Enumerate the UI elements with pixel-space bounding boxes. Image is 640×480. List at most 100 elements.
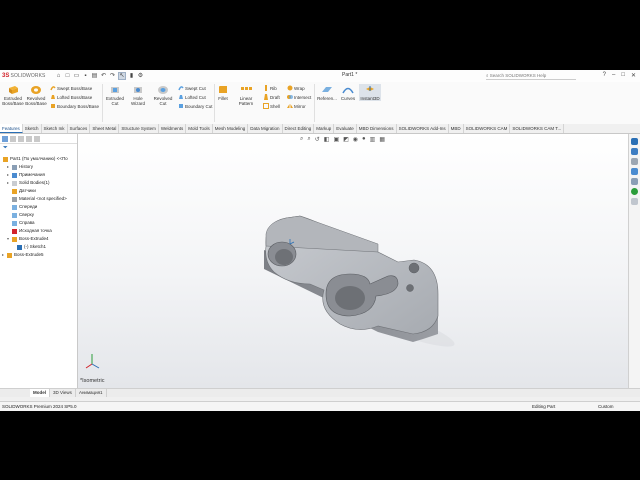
select-pointer-icon[interactable]: ↖ bbox=[118, 72, 126, 80]
zoom-to-fit-icon[interactable]: ⌕ bbox=[300, 136, 303, 143]
rebuild-icon[interactable]: ▮ bbox=[128, 73, 135, 80]
lofted-boss-button[interactable]: Lofted Boss/Base bbox=[50, 93, 92, 101]
expand-arrow-icon[interactable]: ▸ bbox=[2, 251, 6, 259]
new-file-icon[interactable]: □ bbox=[64, 73, 71, 80]
tree-item[interactable]: Датчики bbox=[7, 187, 36, 195]
configuration-manager-tab-icon[interactable] bbox=[18, 135, 24, 142]
design-library-icon[interactable] bbox=[631, 148, 638, 155]
view-settings-icon[interactable]: ▦ bbox=[379, 136, 385, 143]
zoom-area-icon[interactable]: ⌕ bbox=[307, 136, 310, 143]
3d-part-model[interactable] bbox=[78, 134, 628, 388]
tab-model[interactable]: Model bbox=[30, 389, 50, 397]
tab-sheet-metal[interactable]: Sheet Metal bbox=[90, 124, 120, 133]
hide-show-icon[interactable]: ◉ bbox=[353, 136, 358, 143]
help-button[interactable]: ? bbox=[603, 72, 606, 79]
graphics-area[interactable] bbox=[78, 134, 628, 388]
save-icon[interactable]: ▪ bbox=[82, 73, 89, 80]
appearances-icon[interactable] bbox=[631, 178, 638, 185]
tree-item[interactable]: Спереди bbox=[7, 203, 37, 211]
boundary-cut-button[interactable]: Boundary Cut bbox=[178, 102, 213, 110]
tree-item[interactable]: Справа bbox=[7, 219, 35, 227]
tab-evaluate[interactable]: Evaluate bbox=[334, 124, 357, 133]
tab-sketch-ink[interactable]: Sketch Ink bbox=[42, 124, 68, 133]
tab-mesh-modeling[interactable]: Mesh Modeling bbox=[213, 124, 249, 133]
tree-item[interactable]: ▸ Примечания bbox=[7, 171, 45, 179]
search-help-input[interactable]: ⌕ Search SOLIDWORKS Help bbox=[486, 72, 576, 80]
expand-arrow-icon[interactable]: ▸ bbox=[7, 171, 11, 179]
instant3d-button[interactable]: Instant3D bbox=[359, 84, 381, 101]
draft-button[interactable]: Draft bbox=[263, 93, 280, 101]
units-selector[interactable]: Custom bbox=[598, 402, 614, 411]
tab-animation[interactable]: Анимация1 bbox=[76, 389, 107, 397]
minimize-button[interactable]: – bbox=[612, 72, 615, 79]
tree-item-part[interactable]: Part1 (По умолчанию) <<По bbox=[3, 155, 68, 163]
tree-item[interactable]: Сверху bbox=[7, 211, 34, 219]
redo-icon[interactable]: ↷ bbox=[109, 73, 116, 80]
mirror-button[interactable]: Mirror bbox=[287, 102, 306, 110]
home-icon[interactable]: ⌂ bbox=[55, 73, 62, 80]
expand-arrow-icon[interactable]: ▸ bbox=[7, 179, 11, 187]
reference-geometry-button[interactable]: Referen... bbox=[316, 84, 338, 101]
maximize-button[interactable]: □ bbox=[621, 72, 625, 79]
tab-sketch[interactable]: Sketch bbox=[23, 124, 42, 133]
file-explorer-icon[interactable] bbox=[631, 158, 638, 165]
tab-surfaces[interactable]: Surfaces bbox=[68, 124, 91, 133]
tab-mold-tools[interactable]: Mold Tools bbox=[186, 124, 213, 133]
tab-markup[interactable]: Markup bbox=[314, 124, 335, 133]
linear-pattern-button[interactable]: Linear Pattern bbox=[232, 84, 260, 106]
dimxpert-tab-icon[interactable] bbox=[26, 135, 32, 142]
revolved-boss-button[interactable]: Revolved Boss/Base bbox=[25, 84, 47, 106]
shell-button[interactable]: Shell bbox=[263, 102, 280, 110]
tab-solidworks-add-ins[interactable]: SOLIDWORKS Add-Ins bbox=[397, 124, 449, 133]
curves-button[interactable]: Curves bbox=[339, 84, 357, 101]
tab-features[interactable]: Features bbox=[0, 124, 23, 133]
previous-view-icon[interactable]: ↺ bbox=[315, 136, 320, 143]
tab-direct-editing[interactable]: Direct Editing bbox=[283, 124, 315, 133]
solidworks-logo[interactable]: 3S SOLIDWORKS bbox=[2, 72, 45, 80]
tab-data-migration[interactable]: Data Migration bbox=[248, 124, 283, 133]
display-style-icon[interactable]: ◩ bbox=[343, 136, 349, 143]
tree-item[interactable]: Material <not specified> bbox=[7, 195, 67, 203]
resources-icon[interactable] bbox=[631, 138, 638, 145]
tree-item[interactable]: ▸ History bbox=[7, 163, 33, 171]
intersect-button[interactable]: Intersect bbox=[287, 93, 311, 101]
tree-item[interactable]: ▸ Boss-Extrude5 bbox=[2, 251, 44, 259]
hole-wizard-button[interactable]: Hole Wizard bbox=[127, 84, 149, 106]
revolved-cut-button[interactable]: Revolved Cut bbox=[151, 84, 175, 106]
scene-icon[interactable]: ▥ bbox=[370, 136, 376, 143]
expand-arrow-icon[interactable]: ▾ bbox=[7, 235, 11, 243]
tab-mbd[interactable]: MBD bbox=[449, 124, 464, 133]
tab-solidworks-cam-t[interactable]: SOLIDWORKS CAM T... bbox=[510, 124, 565, 133]
view-orientation-icon[interactable]: ▣ bbox=[333, 136, 339, 143]
fillet-button[interactable]: Fillet bbox=[216, 84, 230, 101]
filter-icon[interactable]: ⏷ bbox=[3, 145, 8, 152]
rib-button[interactable]: Rib bbox=[263, 84, 277, 92]
display-manager-tab-icon[interactable] bbox=[34, 135, 40, 142]
property-manager-tab-icon[interactable] bbox=[10, 135, 16, 142]
wrap-button[interactable]: Wrap bbox=[287, 84, 305, 92]
lofted-cut-button[interactable]: Lofted Cut bbox=[178, 93, 206, 101]
tree-item[interactable]: ▸ Solid Bodies(1) bbox=[7, 179, 50, 187]
custom-properties-icon[interactable] bbox=[631, 188, 638, 195]
appearance-icon[interactable]: ● bbox=[362, 136, 366, 143]
open-folder-icon[interactable]: ▭ bbox=[73, 73, 80, 80]
tree-item[interactable]: Исходная точка bbox=[7, 227, 52, 235]
swept-cut-button[interactable]: Swept Cut bbox=[178, 84, 206, 92]
close-button[interactable]: ✕ bbox=[631, 72, 636, 79]
tab-structure-system[interactable]: Structure System bbox=[119, 124, 159, 133]
tree-item[interactable]: (-) Sketch1 bbox=[12, 243, 46, 251]
tree-item[interactable]: ▾ Boss-Extrude4 bbox=[7, 235, 49, 243]
forum-icon[interactable] bbox=[631, 198, 638, 205]
tab-solidworks-cam[interactable]: SOLIDWORKS CAM bbox=[464, 124, 511, 133]
expand-arrow-icon[interactable]: ▸ bbox=[7, 163, 11, 171]
print-icon[interactable]: ▤ bbox=[91, 73, 98, 80]
swept-boss-button[interactable]: Swept Boss/Base bbox=[50, 84, 92, 92]
undo-icon[interactable]: ↶ bbox=[100, 73, 107, 80]
feature-tree-tab-icon[interactable] bbox=[2, 135, 8, 142]
tab-mbd-dimensions[interactable]: MBD Dimensions bbox=[357, 124, 397, 133]
section-view-icon[interactable]: ◧ bbox=[324, 136, 330, 143]
tab-weldments[interactable]: Weldments bbox=[159, 124, 187, 133]
extruded-boss-button[interactable]: Extruded Boss/Base bbox=[2, 84, 24, 106]
boundary-boss-button[interactable]: Boundary Boss/Base bbox=[50, 102, 99, 110]
view-palette-icon[interactable] bbox=[631, 168, 638, 175]
